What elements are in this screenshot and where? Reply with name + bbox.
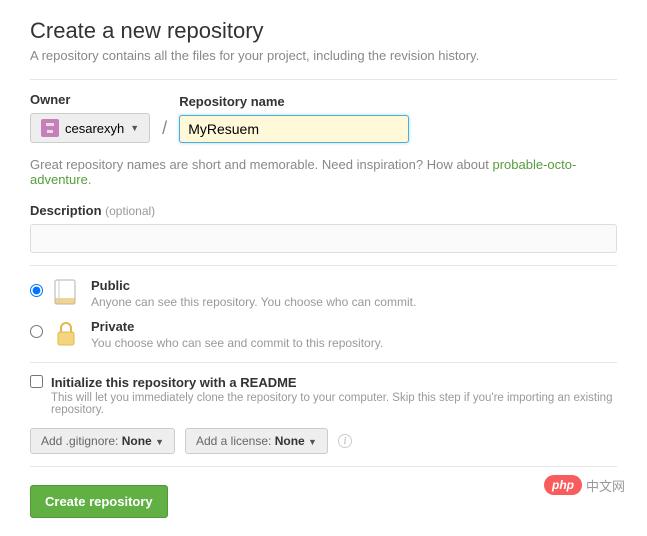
chevron-down-icon: ▼ [130,123,139,133]
lock-icon [53,319,81,349]
chevron-down-icon: ▼ [308,437,317,447]
repo-label: Repository name [179,94,409,109]
repo-name-input[interactable] [179,115,409,143]
owner-label: Owner [30,92,150,107]
private-sub: You choose who can see and commit to thi… [91,336,383,350]
readme-sub: This will let you immediately clone the … [51,392,617,416]
name-hint: Great repository names are short and mem… [30,157,617,187]
public-title: Public [91,278,130,293]
page-subtitle: A repository contains all the files for … [30,48,617,63]
create-repository-button[interactable]: Create repository [30,485,168,518]
readme-checkbox[interactable] [30,375,43,388]
watermark: php 中文网 [544,475,625,495]
readme-title: Initialize this repository with a README [51,375,297,390]
license-select[interactable]: Add a license: None ▼ [185,428,328,454]
owner-select[interactable]: cesarexyh ▼ [30,113,150,143]
info-icon[interactable]: i [338,434,352,448]
private-title: Private [91,319,134,334]
chevron-down-icon: ▼ [155,437,164,447]
divider [30,466,617,467]
divider [30,265,617,266]
divider [30,79,617,80]
private-radio[interactable] [30,325,43,338]
description-label: Description (optional) [30,203,617,218]
gitignore-select[interactable]: Add .gitignore: None ▼ [30,428,175,454]
description-input[interactable] [30,224,617,253]
repo-icon [53,278,81,308]
divider [30,362,617,363]
page-title: Create a new repository [30,18,617,44]
owner-username: cesarexyh [65,121,124,136]
avatar [41,119,59,137]
public-radio[interactable] [30,284,43,297]
public-sub: Anyone can see this repository. You choo… [91,295,416,309]
slash-separator: / [160,118,169,143]
